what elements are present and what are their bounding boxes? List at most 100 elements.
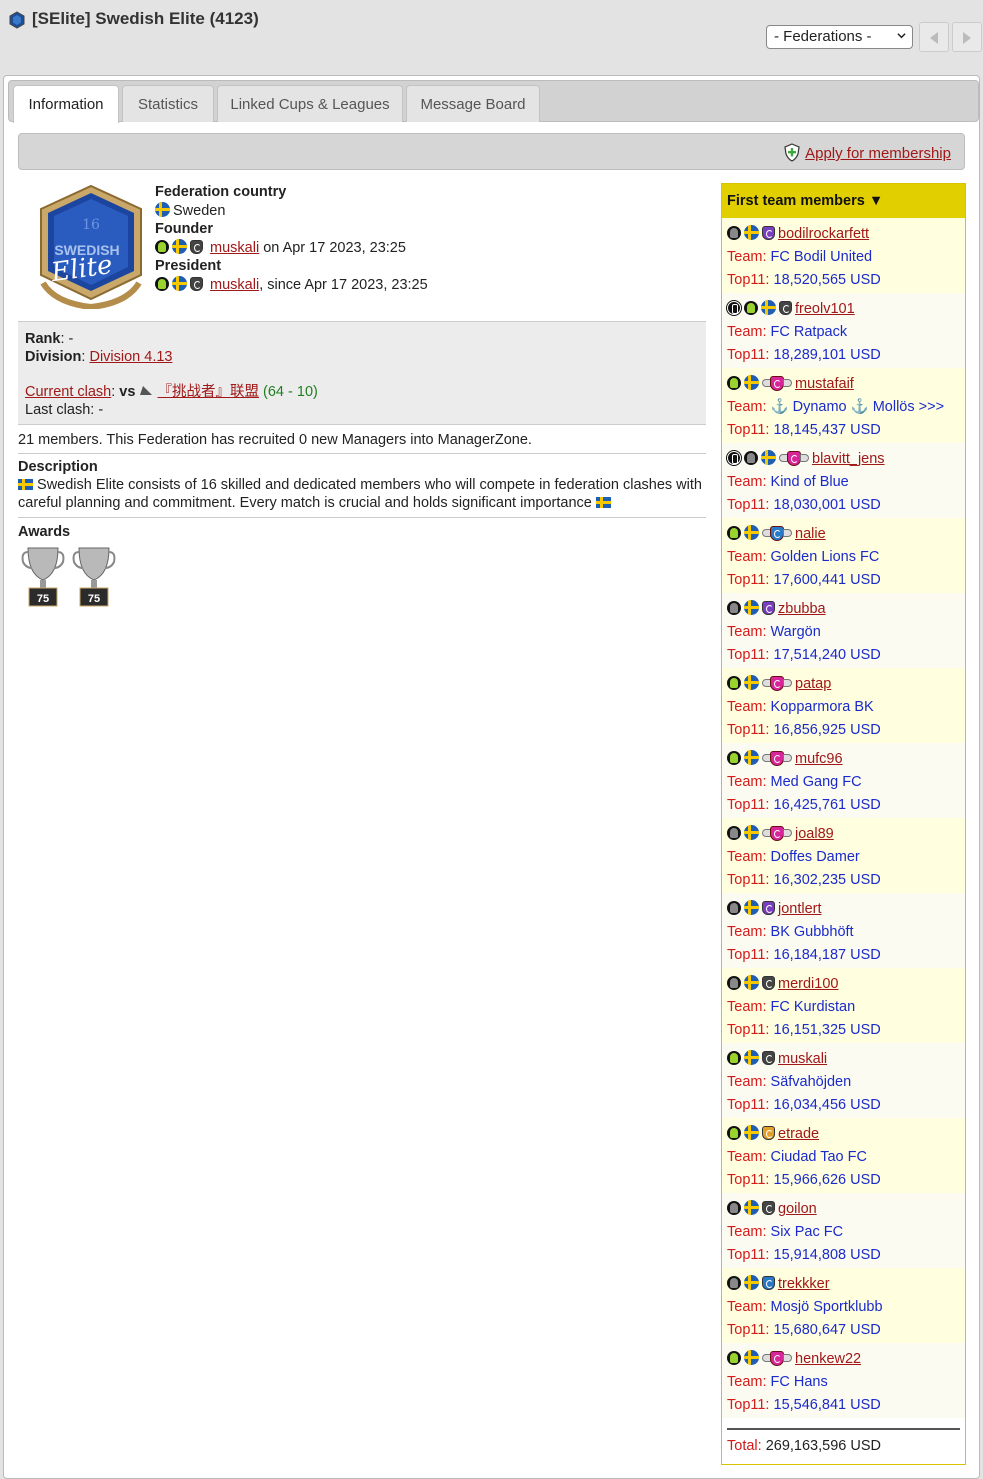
club-badge-icon [762,601,775,615]
president-link[interactable]: muskali [210,277,259,293]
club-badge-icon [190,239,203,254]
sweden-flag-icon [18,479,33,490]
member-link[interactable]: merdi100 [778,976,838,992]
member-row: patap Team: Kopparmora BK Top11: 16,856,92… [722,668,965,743]
user-icon [727,376,741,390]
team-label: Team: [727,624,767,640]
user-icon [727,1351,741,1365]
opponent-link[interactable]: 『挑战者』联盟 [158,384,260,400]
sweden-flag-icon [744,375,759,390]
federation-info: Federation country Sweden Founder muskal… [155,183,428,295]
member-link[interactable]: goilon [778,1201,817,1217]
top11-value: 18,145,437 USD [773,422,881,438]
top11-value: 18,289,101 USD [773,347,881,363]
top11-value: 16,184,187 USD [773,947,881,963]
top11-value: 16,302,235 USD [773,872,881,888]
top11-value: 15,914,808 USD [773,1247,881,1263]
tab-message-board[interactable]: Message Board [406,85,540,122]
federation-crest: 16 SWEDISH Elite [40,184,142,309]
member-row: blavitt_jens Team: Kind of Blue Top11: 18,… [722,443,965,518]
sidebar-total: Total: 269,163,596 USD [727,1428,960,1454]
user-icon [727,751,741,765]
top11-label: Top11: [727,647,770,663]
member-link[interactable]: blavitt_jens [812,451,885,467]
federations-select[interactable]: - Federations - [766,25,913,49]
team-name: Golden Lions FC [770,549,880,565]
top11-value: 17,514,240 USD [773,647,881,663]
first-team-members: First team members ▼ bodilrockarfett Team… [721,183,966,1465]
sidebar-title[interactable]: First team members ▼ [722,184,965,218]
apply-membership-link[interactable]: Apply for membership [805,145,951,162]
top11-value: 18,520,565 USD [773,272,881,288]
member-link[interactable]: muskali [778,1051,827,1067]
country-value: Sweden [173,202,226,219]
club-badge-wings-icon [762,526,792,541]
current-clash-link[interactable]: Current clash [25,384,111,400]
member-link[interactable]: patap [795,676,831,692]
member-row: nalie Team: Golden Lions FC Top11: 17,600,… [722,518,965,593]
member-link[interactable]: jontlert [778,901,822,917]
member-link[interactable]: mustafaif [795,376,854,392]
team-label: Team: [727,399,767,415]
top11-value: 16,034,456 USD [773,1097,881,1113]
user-icon [727,1051,741,1065]
top11-label: Top11: [727,872,770,888]
team-name: FC Kurdistan [770,999,856,1015]
tab-statistics[interactable]: Statistics [122,85,214,122]
sweden-flag-icon [744,1275,759,1290]
top11-label: Top11: [727,422,770,438]
member-link[interactable]: etrade [778,1126,819,1142]
club-badge-icon [762,901,775,915]
top11-label: Top11: [727,1322,770,1338]
team-name: Ciudad Tao FC [770,1149,867,1165]
rank-value: : - [60,331,74,347]
club-badge-icon [762,976,775,990]
top11-value: 16,856,925 USD [773,722,881,738]
member-link[interactable]: freolv101 [795,301,855,317]
tab-bar: Information Statistics Linked Cups & Lea… [8,80,979,123]
vs-label: vs [119,384,136,400]
member-link[interactable]: henkew22 [795,1351,861,1367]
tab-information[interactable]: Information [13,85,119,123]
member-row: zbubba Team: Wargön Top11: 17,514,240 USD [722,593,965,668]
member-link[interactable]: bodilrockarfett [778,226,869,242]
next-button[interactable] [952,22,982,52]
rank-label: Rank [25,331,61,347]
country-label: Federation country [155,184,287,200]
member-row: jontlert Team: BK Gubbhöft Top11: 16,184,1… [722,893,965,968]
club-badge-icon [762,1051,775,1065]
sweden-flag-icon [744,225,759,240]
prev-button[interactable] [919,22,949,52]
sweden-flag-icon [744,750,759,765]
founder-link[interactable]: muskali [210,240,259,256]
rank-box: Rank: - Division: Division 4.13 Current … [18,321,706,425]
division-label: Division [25,349,82,365]
team-name: Mosjö Sportklubb [770,1299,883,1315]
user-icon [155,276,169,291]
member-row: joal89 Team: Doffes Damer Top11: 16,302,23… [722,818,965,893]
team-name: FC Hans [770,1374,828,1390]
division-link[interactable]: Division 4.13 [89,349,172,365]
user-icon [727,676,741,690]
last-clash: Last clash: - [25,402,104,418]
top11-label: Top11: [727,797,770,813]
sweden-flag-icon [744,975,759,990]
team-name: Kind of Blue [770,474,849,490]
team-name: BK Gubbhöft [770,924,854,940]
awards-label: Awards [18,524,70,540]
member-link[interactable]: joal89 [795,826,834,842]
member-link[interactable]: zbubba [778,601,826,617]
member-link[interactable]: mufc96 [795,751,843,767]
team-label: Team: [727,474,767,490]
user-icon [155,239,169,254]
team-name: Six Pac FC [770,1224,844,1240]
title-bar: [SElite] Swedish Elite (4123) - Federati… [0,0,983,76]
team-label: Team: [727,1299,767,1315]
tab-linked-cups-leagues[interactable]: Linked Cups & Leagues [217,85,403,122]
user-icon [744,301,758,315]
top11-value: 15,966,626 USD [773,1172,881,1188]
member-link[interactable]: nalie [795,526,826,542]
top11-label: Top11: [727,1247,770,1263]
team-label: Team: [727,999,767,1015]
member-link[interactable]: trekkker [778,1276,830,1292]
